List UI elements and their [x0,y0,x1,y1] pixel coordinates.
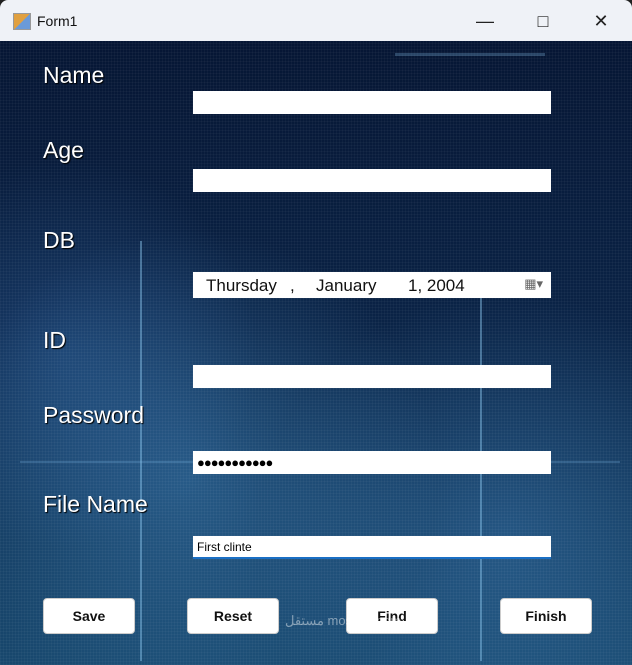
name-label: Name [43,62,105,88]
form-client-area [0,41,632,665]
date-weekday: Thursday [206,276,277,295]
password-input[interactable] [193,451,551,474]
password-label: Password [43,402,144,428]
watermark: مستقل mostaql.com [285,613,402,628]
circuit-decoration [140,241,142,661]
finish-button[interactable]: Finish [500,598,592,634]
title-bar: Form1 — □ ✕ [0,0,632,41]
window-title: Form1 [37,13,78,29]
close-button[interactable]: ✕ [581,8,621,34]
reset-button[interactable]: Reset [187,598,279,634]
date-month: January [316,276,377,295]
form1-window: Form1 — □ ✕ Name Age DB Thursday , Janua… [0,0,632,665]
file-name-input[interactable] [193,536,551,559]
save-button[interactable]: Save [43,598,135,634]
circuit-decoration [480,291,482,661]
calendar-dropdown-icon[interactable]: ▦▾ [524,276,543,292]
minimize-button[interactable]: — [465,8,505,34]
circuit-decoration [395,53,545,56]
file-name-label: File Name [43,491,148,517]
date-picker[interactable]: Thursday , January 1, 2004 ▦▾ [193,272,551,298]
maximize-button[interactable]: □ [523,8,563,34]
id-label: ID [43,327,66,353]
date-separator: , [290,276,295,295]
age-label: Age [43,137,84,163]
date-day-year: 1, 2004 [408,276,465,295]
app-icon [13,13,31,30]
name-input[interactable] [193,91,551,114]
db-label: DB [43,227,75,253]
id-input[interactable] [193,365,551,388]
age-input[interactable] [193,169,551,192]
